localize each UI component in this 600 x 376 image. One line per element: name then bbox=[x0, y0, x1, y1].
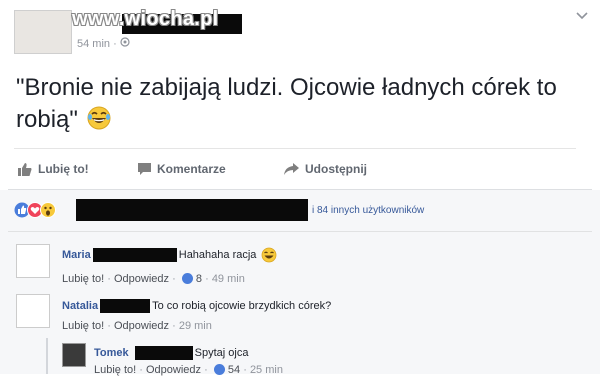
post-timestamp[interactable]: 54 min · bbox=[77, 38, 117, 50]
laughing-emoji-icon bbox=[87, 106, 111, 130]
reply-like-count[interactable]: 54 bbox=[228, 364, 240, 376]
comment-meta: Lubię to! · Odpowiedz · 8 · 49 min bbox=[62, 273, 245, 285]
reply-like-link[interactable]: Lubię to! bbox=[94, 364, 136, 376]
share-button[interactable]: Udostępnij bbox=[284, 162, 367, 176]
comment-text: Hahahaha racja bbox=[178, 249, 257, 261]
reply-time[interactable]: · 25 min bbox=[243, 364, 283, 376]
share-arrow-icon bbox=[284, 163, 299, 175]
like-button-label: Lubię to! bbox=[38, 162, 89, 176]
redacted-surname bbox=[92, 248, 177, 262]
redacted-surname bbox=[134, 346, 193, 360]
like-button[interactable]: Lubię to! bbox=[18, 162, 89, 176]
thumbs-up-icon bbox=[18, 162, 32, 176]
comment-body: Maria Hahahaha racja bbox=[62, 247, 278, 263]
reaction-icons[interactable] bbox=[14, 202, 56, 218]
comment-button-label: Komentarze bbox=[157, 162, 226, 176]
comment-icon bbox=[138, 163, 151, 175]
reply-body: Tomek Spytaj ojca bbox=[94, 346, 248, 360]
comment-like-link[interactable]: Lubię to! bbox=[62, 320, 104, 332]
post-author-avatar[interactable] bbox=[14, 10, 72, 54]
separator: · bbox=[107, 320, 111, 332]
divider bbox=[14, 148, 576, 149]
reply-author-name[interactable]: Tomek bbox=[94, 347, 129, 359]
commenter-avatar[interactable] bbox=[16, 244, 50, 278]
comment-time[interactable]: · 29 min bbox=[172, 320, 212, 332]
redacted-reactor-names bbox=[76, 199, 308, 221]
comment-button[interactable]: Komentarze bbox=[138, 162, 226, 176]
commenter-avatar[interactable] bbox=[16, 294, 50, 328]
wow-reaction-icon bbox=[40, 202, 56, 218]
like-badge-icon bbox=[181, 273, 193, 284]
comment-reply-link[interactable]: Odpowiedz bbox=[114, 320, 169, 332]
globe-icon bbox=[120, 37, 130, 47]
redacted-surname bbox=[100, 299, 151, 313]
separator: · bbox=[172, 273, 176, 285]
separator: · bbox=[107, 273, 111, 285]
reply-meta: Lubię to! · Odpowiedz · 54 · 25 min bbox=[94, 364, 283, 376]
comment-like-link[interactable]: Lubię to! bbox=[62, 273, 104, 285]
comment-like-count[interactable]: 8 bbox=[196, 273, 202, 285]
comment-text: To co robią ojcowie brzydkich córek? bbox=[152, 300, 332, 312]
comment-meta: Lubię to! · Odpowiedz · 29 min bbox=[62, 320, 212, 332]
share-button-label: Udostępnij bbox=[305, 162, 367, 176]
separator: · bbox=[204, 364, 208, 376]
commenter-name[interactable]: Natalia bbox=[62, 300, 98, 312]
separator: · bbox=[139, 364, 143, 376]
like-badge-icon bbox=[213, 364, 225, 375]
commenter-name[interactable]: Maria bbox=[62, 249, 91, 261]
divider bbox=[8, 231, 592, 232]
chevron-down-icon[interactable] bbox=[576, 12, 588, 20]
reply-avatar[interactable] bbox=[62, 343, 86, 367]
reactions-count-link[interactable]: i 84 innych użytkowników bbox=[312, 205, 424, 216]
comment-reply-link[interactable]: Odpowiedz bbox=[114, 273, 169, 285]
comment-time[interactable]: · 49 min bbox=[205, 273, 245, 285]
reply-reply-link[interactable]: Odpowiedz bbox=[146, 364, 201, 376]
comment-body: Natalia To co robią ojcowie brzydkich có… bbox=[62, 299, 331, 313]
laughing-emoji-icon bbox=[262, 247, 277, 263]
post-body: "Bronie nie zabijają ludzi. Ojcowie ładn… bbox=[16, 72, 586, 136]
watermark: www.wiocha.pl bbox=[72, 8, 219, 30]
reply-thread-line bbox=[46, 338, 48, 374]
reply-text: Spytaj ojca bbox=[194, 347, 249, 359]
